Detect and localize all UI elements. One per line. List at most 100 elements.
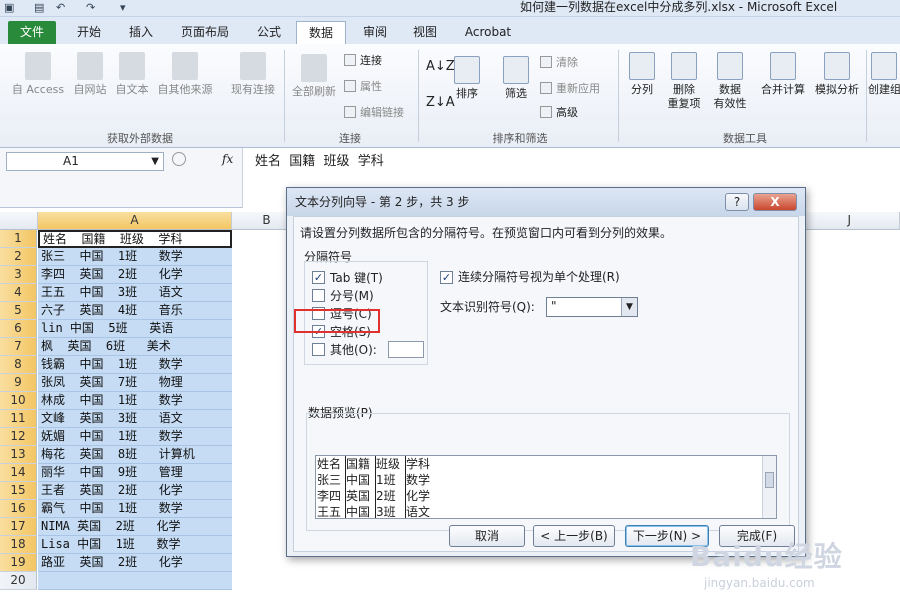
dialog-body: 请设置分列数据所包含的分隔符号。在预览窗口内可看到分列的效果。 分隔符号 ✓ Ta… [293, 216, 799, 552]
tab-acrobat[interactable]: Acrobat [456, 21, 520, 44]
qualifier-label: 文本识别符号(Q): [440, 300, 535, 314]
from-other-sources-button[interactable]: 自其他来源 [152, 52, 218, 97]
row-header[interactable]: 2 [0, 248, 37, 266]
remove-duplicates-button[interactable]: 删除 重复项 [664, 52, 704, 111]
row-header[interactable]: 14 [0, 464, 37, 482]
tab-page-layout[interactable]: 页面布局 [172, 21, 238, 44]
row-header[interactable]: 4 [0, 284, 37, 302]
row-header[interactable]: 8 [0, 356, 37, 374]
cell-a[interactable]: 王者 英国 2班 化学 [38, 482, 232, 500]
chevron-down-icon[interactable]: ▼ [151, 153, 159, 170]
refresh-all-button[interactable]: 全部刷新 [288, 54, 340, 99]
preview-cell: 国籍 [346, 457, 371, 471]
name-box[interactable]: A1 ▼ [6, 152, 164, 171]
group-button[interactable]: 创建组 [868, 52, 900, 97]
row-header[interactable]: 9 [0, 374, 37, 392]
row-header[interactable]: 11 [0, 410, 37, 428]
back-button[interactable]: < 上一步(B) [533, 525, 615, 547]
row-header[interactable]: 1 [0, 230, 37, 248]
properties-button[interactable]: 属性 [344, 80, 382, 94]
redo-icon[interactable]: ↷ [86, 1, 95, 15]
sort-button[interactable]: 排序 [450, 56, 484, 101]
cell-a[interactable]: 梅花 英国 8班 计算机 [38, 446, 232, 464]
cell-a[interactable]: 文峰 英国 3班 语文 [38, 410, 232, 428]
existing-connections-button[interactable]: 现有连接 [226, 52, 280, 97]
row-header[interactable]: 19 [0, 554, 37, 572]
cancel-button[interactable]: 取消 [449, 525, 525, 547]
row-header[interactable]: 12 [0, 428, 37, 446]
advanced-filter-button[interactable]: 高级 [540, 106, 578, 120]
row-header[interactable]: 13 [0, 446, 37, 464]
help-button[interactable]: ? [725, 193, 749, 211]
filter-button[interactable]: 筛选 [498, 56, 534, 101]
cell-a[interactable]: 林成 中国 1班 数学 [38, 392, 232, 410]
from-web-button[interactable]: 自网站 [68, 52, 112, 97]
cell-a[interactable]: 丽华 中国 9班 管理 [38, 464, 232, 482]
cell-a[interactable]: 李四 英国 2班 化学 [38, 266, 232, 284]
delimiter-checkbox[interactable]: ✓ [312, 271, 325, 284]
cell-a[interactable]: 六子 英国 4班 音乐 [38, 302, 232, 320]
cell-a[interactable]: NIMA 英国 2班 化学 [38, 518, 232, 536]
tab-formulas[interactable]: 公式 [246, 21, 292, 44]
reapply-button[interactable]: 重新应用 [540, 82, 600, 96]
tab-data[interactable]: 数据 [296, 21, 346, 44]
insert-function-icon[interactable]: fx [222, 152, 233, 166]
row-header[interactable]: 6 [0, 320, 37, 338]
from-access-button[interactable]: 自 Access [8, 52, 68, 97]
cell-a[interactable]: 妩媚 中国 1班 数学 [38, 428, 232, 446]
clear-filter-button[interactable]: 清除 [540, 56, 578, 70]
cell-a[interactable]: lin 中国 5班 英语 [38, 320, 232, 338]
scrollbar-thumb[interactable] [765, 472, 774, 488]
preview-column-break[interactable] [405, 456, 406, 518]
connections-button[interactable]: 连接 [344, 54, 382, 68]
tab-view[interactable]: 视图 [402, 21, 448, 44]
chevron-down-icon[interactable]: ▼ [621, 298, 637, 316]
cell-a[interactable]: 张三 中国 1班 数学 [38, 248, 232, 266]
row-header[interactable]: 3 [0, 266, 37, 284]
customize-qat-icon[interactable]: ▾ [120, 1, 126, 15]
row-header[interactable]: 7 [0, 338, 37, 356]
formula-bar-collapse-icon[interactable] [172, 152, 186, 166]
data-preview[interactable]: 姓名 国籍 班级 学科 张三 中国 1班 数学 李四 英国 2班 化学 王五 中国 3班 语文 [315, 455, 777, 519]
edit-links-button[interactable]: 编辑链接 [344, 106, 404, 120]
other-delimiter-input[interactable] [388, 341, 424, 358]
delimiter-checkbox[interactable] [312, 343, 325, 356]
row-header[interactable]: 15 [0, 482, 37, 500]
cell-a[interactable]: 张凤 英国 7班 物理 [38, 374, 232, 392]
cell-a[interactable]: Lisa 中国 1班 数学 [38, 536, 232, 554]
select-all-corner[interactable] [0, 212, 38, 230]
preview-column-break[interactable] [375, 456, 376, 518]
cell-a[interactable]: 路亚 英国 2班 化学 [38, 554, 232, 572]
close-button[interactable]: X [753, 193, 797, 211]
row-header[interactable]: 16 [0, 500, 37, 518]
cell-a1-active[interactable]: 姓名 国籍 班级 学科 [38, 230, 232, 248]
preview-column-break[interactable] [345, 456, 346, 518]
cell-a[interactable] [38, 572, 232, 590]
tab-file[interactable]: 文件 [8, 21, 56, 44]
tab-insert[interactable]: 插入 [118, 21, 164, 44]
cell-a[interactable]: 王五 中国 3班 语文 [38, 284, 232, 302]
row-header[interactable]: 18 [0, 536, 37, 554]
what-if-analysis-button[interactable]: 模拟分析 [810, 52, 864, 97]
preview-scrollbar[interactable] [762, 456, 776, 518]
cell-a[interactable]: 霸气 中国 1班 数学 [38, 500, 232, 518]
qualifier-select[interactable]: " ▼ [546, 297, 638, 317]
undo-icon[interactable]: ↶ [56, 1, 65, 15]
delimiter-checkbox[interactable] [312, 289, 325, 302]
watermark-logo: Baidu经验 [690, 540, 843, 573]
from-text-button[interactable]: 自文本 [110, 52, 154, 97]
text-to-columns-button[interactable]: 分列 [624, 52, 660, 97]
row-header[interactable]: 17 [0, 518, 37, 536]
data-validation-button[interactable]: 数据 有效性 [706, 52, 754, 111]
row-header[interactable]: 10 [0, 392, 37, 410]
tab-review[interactable]: 审阅 [352, 21, 398, 44]
tab-home[interactable]: 开始 [66, 21, 112, 44]
save-icon[interactable]: ▤ [34, 1, 44, 15]
column-header-a[interactable]: A [38, 212, 232, 230]
consecutive-checkbox[interactable]: ✓ [440, 271, 453, 284]
consolidate-button[interactable]: 合并计算 [756, 52, 810, 97]
cell-a[interactable]: 枫 英国 6班 美术 [38, 338, 232, 356]
row-header[interactable]: 20 [0, 572, 37, 590]
row-header[interactable]: 5 [0, 302, 37, 320]
cell-a[interactable]: 钱霸 中国 1班 数学 [38, 356, 232, 374]
